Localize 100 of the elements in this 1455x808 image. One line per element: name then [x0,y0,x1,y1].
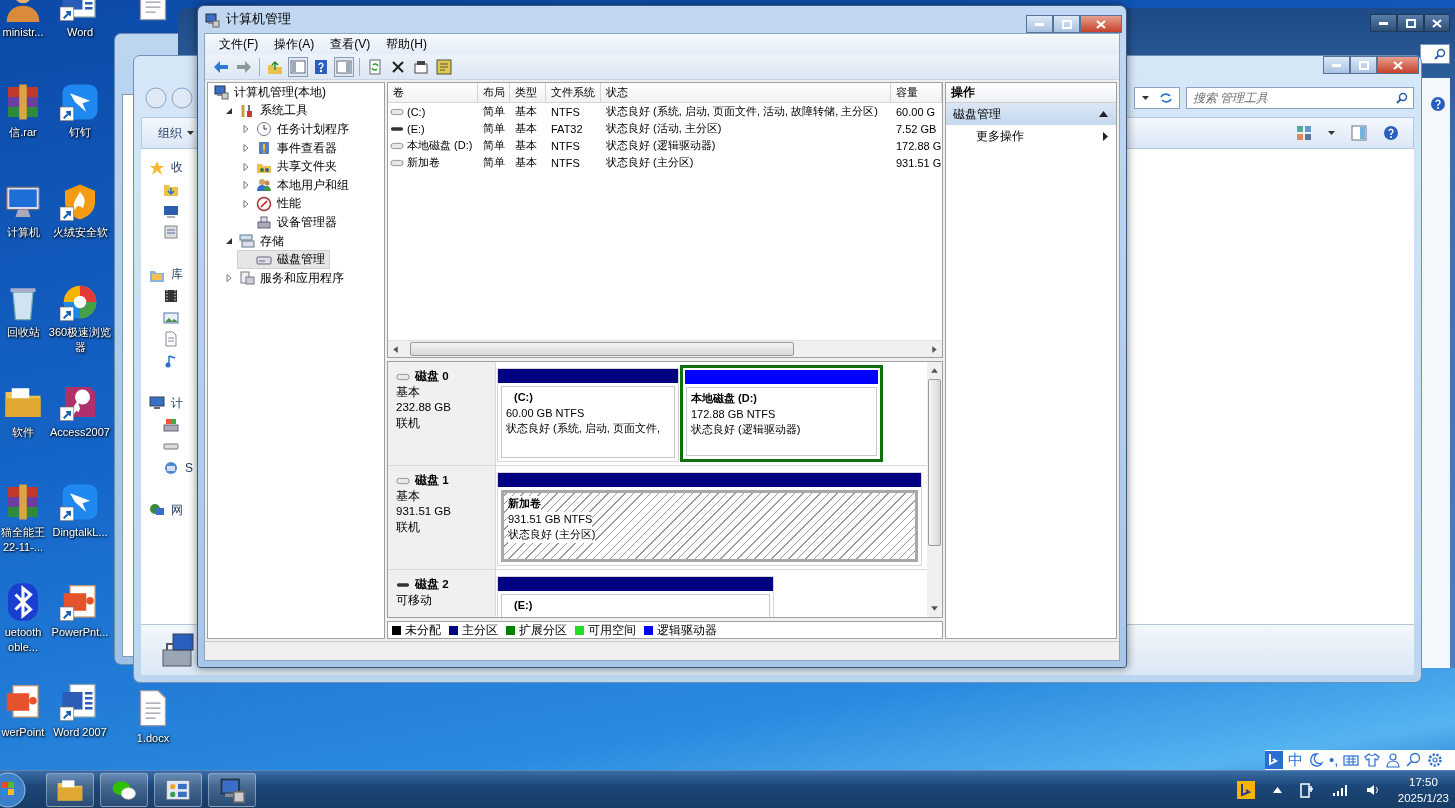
power-plug-icon[interactable] [1299,780,1314,799]
minimize-button[interactable] [1026,15,1053,33]
gauge-icon [256,195,272,212]
search-icon[interactable] [1406,752,1423,768]
expand-arrow-icon[interactable] [242,144,250,153]
column-header[interactable]: 容量 [891,83,942,102]
vertical-scrollbar[interactable] [927,362,942,617]
shirt-icon[interactable] [1364,752,1381,768]
volume-icon[interactable] [1365,782,1380,797]
scrollbar-thumb[interactable] [410,342,794,356]
tree-item[interactable]: 性能 [237,194,306,214]
icon-label: 钉钉 [69,125,91,140]
app-icon[interactable] [60,482,100,522]
menu-item[interactable]: 查看(V) [322,34,379,54]
help-icon [313,58,329,75]
close-button[interactable] [1377,56,1419,74]
close-button[interactable] [1424,14,1450,32]
icon-label: Word [66,25,94,40]
expand-arrow-icon[interactable] [242,199,250,208]
search-field[interactable] [1420,44,1450,64]
help-icon[interactable] [1430,96,1446,112]
tree-item[interactable]: 计算机管理(本地) [208,83,331,102]
section-header[interactable]: 磁盘管理 [946,103,1116,125]
expand-arrow-icon[interactable] [242,181,250,190]
maximize-button[interactable] [1053,15,1080,33]
search-field[interactable]: 搜索 管理工具 [1186,87,1414,109]
partition[interactable]: 本地磁盘 (D:) 172.88 GB NTFS 状态良好 (逻辑驱动器) [680,365,883,462]
help-icon[interactable] [1383,125,1399,141]
partition[interactable]: (E:) [497,576,774,617]
menu-item[interactable]: 帮助(H) [378,34,435,54]
punctuation-button[interactable]: •, [1329,751,1339,769]
app-icon[interactable] [60,82,100,122]
nav-item[interactable]: 收 [149,157,193,179]
keyboard-icon[interactable] [1343,752,1360,768]
pane-icon [290,58,306,75]
column-header[interactable]: 布局 [478,83,510,102]
maximize-button[interactable] [1350,56,1377,74]
taskbar-button[interactable] [100,772,148,807]
right-arrow-icon[interactable] [930,344,939,354]
minimize-button[interactable] [1370,14,1397,32]
column-header[interactable]: 类型 [510,83,546,102]
column-header[interactable]: 卷 [388,83,478,102]
column-header[interactable]: 文件系统 [546,83,601,102]
expand-arrow-icon[interactable] [242,162,250,171]
menu-item[interactable]: 操作(A) [266,34,323,54]
taskbar-button[interactable] [208,772,256,807]
app-logo-icon[interactable] [1265,751,1283,769]
partition[interactable]: 新加卷 931.51 GB NTFS 状态良好 (主分区) [497,472,922,566]
maximize-icon [1405,18,1416,28]
clock-date[interactable]: 2025/1/23 [1397,789,1449,806]
nav-item[interactable]: 计 [149,392,193,414]
tree-item[interactable]: 系统工具 [220,101,313,121]
user-icon[interactable] [1385,752,1402,768]
caret-icon[interactable] [1142,96,1149,100]
tree-item[interactable]: 任务计划程序 [237,120,354,139]
film-icon[interactable] [163,288,179,305]
view-options-icon[interactable] [1296,125,1312,141]
expand-arrow-icon[interactable] [225,274,233,283]
ime-mode-button[interactable]: 中 [1288,751,1303,769]
bing-logo-icon[interactable] [1236,780,1255,799]
picture-icon[interactable] [163,309,179,326]
left-arrow-icon[interactable] [391,344,400,354]
up-arrow-icon[interactable] [930,366,939,375]
address-bar[interactable] [1134,87,1180,109]
close-button[interactable] [1080,15,1122,33]
taskbar-button[interactable] [154,772,202,807]
settings-icon[interactable] [1427,752,1444,768]
moon-icon[interactable] [1308,752,1324,768]
tree-item[interactable]: 存储 [220,231,289,251]
nav-item[interactable]: 库 [149,264,193,286]
tree-item[interactable]: 设备管理器 [237,213,342,232]
partition[interactable]: (C:) 60.00 GB NTFS 状态良好 (系统, 启动, 页面文件, [497,368,679,462]
maximize-button[interactable] [1397,14,1424,32]
clock-time[interactable]: 17:50 [1409,773,1438,790]
down-arrow-icon[interactable] [930,604,939,613]
collapse-arrow-icon[interactable] [225,106,233,115]
drive-icon[interactable] [163,416,179,433]
toolbar-button[interactable]: 组织 [158,124,194,142]
column-header[interactable]: 状态 [601,83,891,102]
signal-icon[interactable] [1331,783,1348,796]
collapse-arrow-icon[interactable] [225,237,233,246]
expand-arrow-icon[interactable] [242,125,250,134]
caret-icon[interactable] [1328,131,1335,135]
menu-item[interactable]: 文件(F) [211,34,267,54]
scrollbar-thumb[interactable] [928,379,941,546]
taskbar-button[interactable] [46,772,94,807]
action-item[interactable]: 更多操作 [946,125,1116,147]
tree-item[interactable]: 事件查看器 [237,138,342,158]
delete-icon [390,58,406,75]
nav-item[interactable]: S [163,457,193,479]
tree-item[interactable]: 磁盘管理 [237,250,330,269]
show-hidden-icons-icon[interactable] [1272,786,1282,793]
nav-item[interactable]: 网 [149,499,193,521]
tree-item[interactable]: 本地用户和组 [237,175,354,195]
tree-item[interactable]: 共享文件夹 [237,157,342,176]
horizontal-scrollbar[interactable] [388,340,942,357]
table-cell: 本地磁盘 (D:) [407,138,473,153]
tree-item[interactable]: 服务和应用程序 [220,268,349,288]
refresh-icon[interactable] [1159,92,1173,104]
minimize-button[interactable] [1323,56,1350,74]
